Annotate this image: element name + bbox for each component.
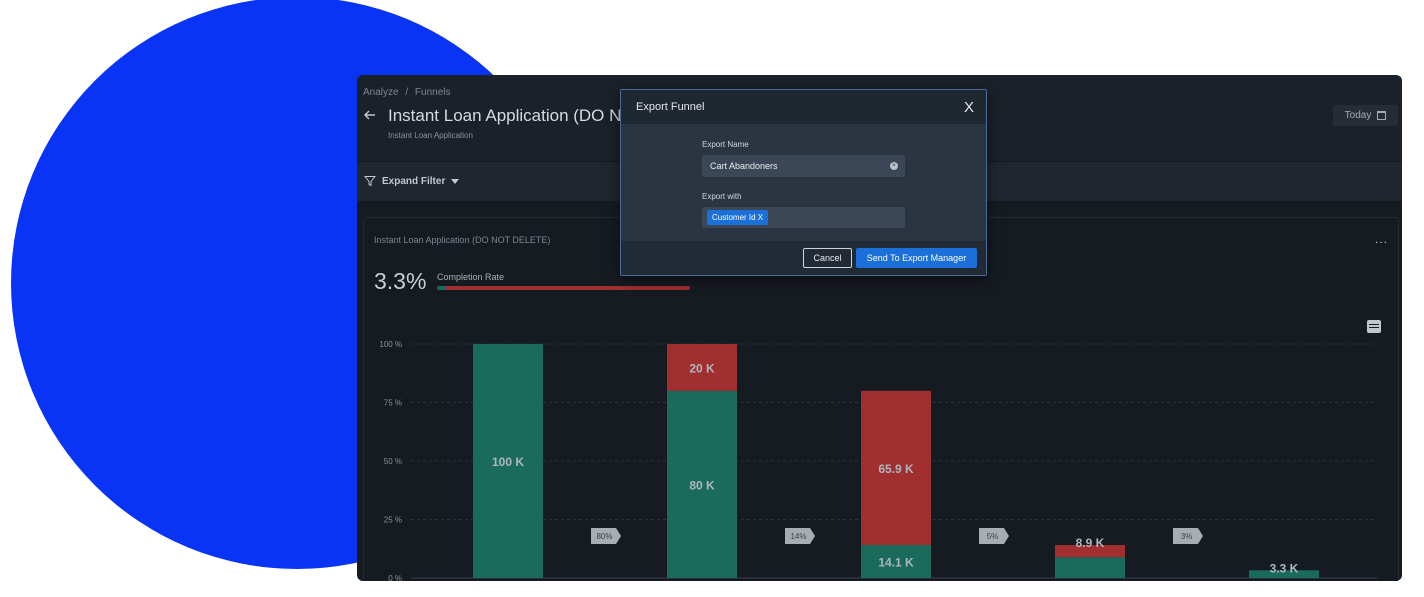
- y-tick-label: 50 %: [384, 457, 402, 466]
- y-tick-label: 100 %: [379, 340, 402, 349]
- bar-data-label: 100 K: [492, 455, 524, 469]
- bar-data-label: 8.9 K: [1076, 536, 1105, 550]
- export-with-label: Export with: [702, 192, 742, 201]
- y-tick-label: 75 %: [384, 399, 402, 408]
- clear-input-icon[interactable]: ×: [890, 162, 898, 170]
- customer-id-tag[interactable]: Customer Id X: [707, 210, 769, 225]
- y-tick-label: 0 %: [388, 574, 402, 581]
- bar-data-label: 65.9 K: [878, 462, 914, 476]
- dialog-header: Export Funnel X: [621, 90, 986, 124]
- export-name-input[interactable]: [702, 155, 905, 177]
- export-funnel-dialog: Export Funnel X Export Name × Export wit…: [620, 89, 987, 276]
- dialog-title: Export Funnel: [636, 101, 705, 113]
- conversion-tag-label: 14%: [790, 532, 806, 541]
- export-with-field[interactable]: Customer Id X: [702, 207, 905, 228]
- stage: Analyze / Funnels Instant Loan Applicati…: [0, 0, 1424, 597]
- export-name-label: Export Name: [702, 140, 749, 149]
- conversion-tag-label: 80%: [596, 532, 612, 541]
- close-icon[interactable]: X: [964, 100, 974, 115]
- bar-data-label: 3.3 K: [1270, 561, 1299, 575]
- conversion-tag-label: 5%: [987, 532, 999, 541]
- conversion-tag-label: 3%: [1181, 532, 1193, 541]
- bar-converted: [1055, 557, 1125, 578]
- send-to-export-manager-button[interactable]: Send To Export Manager: [856, 248, 977, 268]
- bar-data-label: 80 K: [689, 478, 715, 492]
- cancel-button[interactable]: Cancel: [803, 248, 852, 268]
- bar-data-label: 20 K: [689, 361, 715, 375]
- y-tick-label: 25 %: [384, 516, 402, 525]
- bar-data-label: 14.1 K: [878, 556, 914, 570]
- dialog-footer: Cancel Send To Export Manager: [621, 241, 986, 275]
